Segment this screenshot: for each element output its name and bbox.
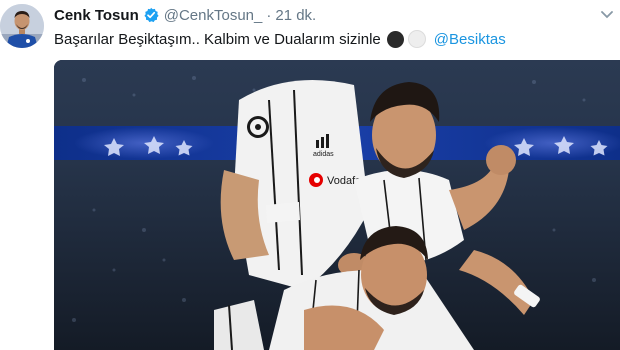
white-circle-icon bbox=[407, 30, 426, 48]
author-name[interactable]: Cenk Tosun bbox=[54, 7, 139, 24]
verified-badge-icon bbox=[143, 7, 159, 23]
tweet-header: Cenk Tosun @CenkTosun_ · 21 dk. bbox=[54, 4, 316, 26]
header-separator: · bbox=[266, 6, 272, 24]
tweet-body: Başarılar Beşiktaşım.. Kalbim ve Duaları… bbox=[54, 30, 381, 48]
author-handle[interactable]: @CenkTosun_ bbox=[164, 7, 263, 24]
tweet: Cenk Tosun @CenkTosun_ · 21 dk. Başarıla… bbox=[0, 0, 620, 350]
black-circle-icon bbox=[386, 30, 404, 48]
tweet-photo[interactable]: adidas Vodafone bbox=[54, 60, 620, 350]
tweet-text: Başarılar Beşiktaşım.. Kalbim ve Duaları… bbox=[54, 28, 506, 50]
mention-link[interactable]: @Besiktas bbox=[434, 31, 506, 48]
tweet-timestamp[interactable]: 21 dk. bbox=[275, 7, 316, 24]
shirt-brand-text: adidas bbox=[313, 151, 334, 158]
avatar[interactable] bbox=[0, 4, 44, 48]
chevron-down-icon[interactable] bbox=[600, 8, 614, 22]
avatar-photo bbox=[0, 4, 44, 48]
